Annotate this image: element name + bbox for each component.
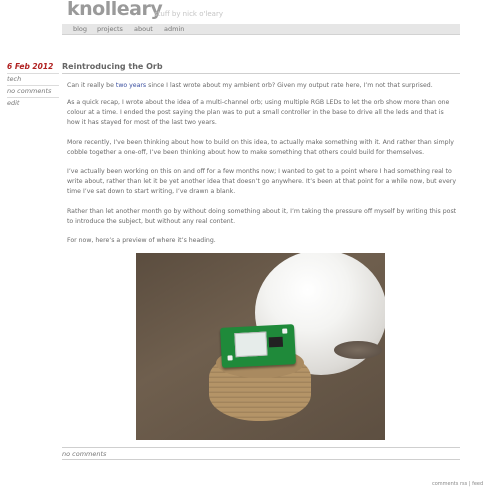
site-tagline: stuff by nick o'leary: [154, 10, 223, 18]
page-footer-divider: [62, 459, 460, 460]
nav-bar: blog projects about admin: [62, 24, 460, 35]
post-paragraph-5: Rather than let another month go by with…: [67, 208, 457, 225]
circuit-board: [220, 324, 296, 368]
title-divider: [62, 73, 460, 74]
post-title[interactable]: Reintroducing the Orb: [62, 62, 163, 71]
site-title[interactable]: knolleary: [67, 0, 163, 20]
post-tag-link[interactable]: tech: [7, 73, 59, 83]
paragraph-1-text-b: since I last wrote about my ambient orb?…: [146, 82, 433, 89]
post-comments-link[interactable]: no comments: [7, 85, 59, 95]
pcb-component: [282, 328, 288, 334]
microcontroller-chip: [268, 336, 284, 348]
post-paragraph-3: More recently, I’ve been thinking about …: [67, 139, 454, 156]
orb-preview-photo[interactable]: [136, 253, 385, 440]
nav-item-projects[interactable]: projects: [97, 25, 123, 33]
nav-item-admin[interactable]: admin: [164, 25, 184, 33]
post-paragraph-6: For now, here’s a preview of where it’s …: [67, 237, 216, 244]
paragraph-1-text-a: Can it really be: [67, 82, 116, 89]
nav-item-blog[interactable]: blog: [73, 25, 87, 33]
page-footer-links[interactable]: comments rss | feed: [432, 481, 483, 487]
post-footer-divider: [62, 447, 460, 448]
nav-item-about[interactable]: about: [134, 25, 153, 33]
post-date: 6 Feb 2012: [7, 62, 54, 71]
post-paragraph-2: As a quick recap, I wrote about the idea…: [67, 99, 450, 126]
post-paragraph-1: Can it really be two years since I last …: [67, 81, 457, 91]
post-paragraph-4: I’ve actually been working on this on an…: [67, 168, 457, 195]
two-years-link[interactable]: two years: [116, 82, 146, 89]
post-edit-link[interactable]: edit: [7, 97, 59, 107]
pcb-component: [227, 355, 233, 361]
post-footer-comments-link[interactable]: no comments: [62, 450, 106, 458]
led-module: [234, 331, 268, 358]
orb-base: [334, 341, 382, 359]
